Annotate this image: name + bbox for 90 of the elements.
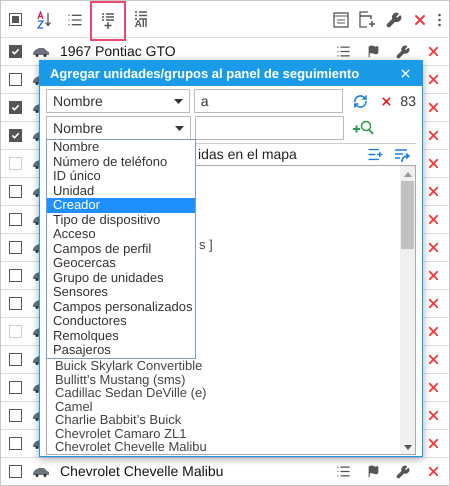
unit-list-item[interactable]: Bullitt’s Mustang (sms) [55, 372, 400, 386]
delete-icon[interactable] [426, 212, 441, 227]
list-icon [134, 10, 148, 20]
checkbox[interactable] [9, 465, 22, 478]
checkbox[interactable] [9, 353, 22, 366]
list-icon [67, 12, 83, 28]
list-arrow-icon[interactable] [394, 146, 412, 162]
dropdown-option[interactable]: Número de teléfono [47, 154, 195, 169]
result-count: 83 [400, 92, 416, 110]
checkbox[interactable] [9, 73, 22, 86]
caret-icon [175, 126, 184, 130]
sort-az-icon [37, 10, 53, 28]
delete-icon[interactable] [426, 464, 441, 479]
select-all-checkbox[interactable] [9, 13, 22, 26]
delete-icon[interactable] [426, 100, 441, 115]
delete-icon[interactable] [426, 380, 441, 395]
flag-icon[interactable] [367, 465, 380, 478]
dialog-title: Agregar unidades/grupos al panel de seguimiento [50, 64, 360, 83]
dropdown-option[interactable]: Remolques [47, 328, 195, 343]
delete-icon[interactable] [426, 408, 441, 423]
dropdown-option[interactable]: Acceso [47, 227, 195, 242]
unit-list-item[interactable]: Chevrolet Camaro ZL1 [55, 426, 400, 440]
filter-select[interactable]: Nombre [46, 89, 190, 113]
car-icon [32, 466, 50, 476]
delete-icon[interactable] [426, 156, 441, 171]
caret-icon [174, 98, 183, 104]
dropdown-option[interactable]: Geocercas [47, 256, 195, 270]
toolbar-button[interactable]: All [126, 1, 156, 38]
refresh-icon[interactable] [352, 94, 368, 108]
delete-icon[interactable] [426, 268, 441, 283]
dropdown-option[interactable]: Unidad [47, 184, 195, 198]
wrench-icon[interactable] [396, 44, 410, 58]
delete-icon[interactable] [426, 436, 441, 451]
checkbox[interactable] [9, 409, 22, 422]
more-icon[interactable] [438, 12, 441, 26]
dropdown-option[interactable]: Campos personalizados [47, 300, 195, 314]
delete-icon[interactable] [426, 184, 441, 199]
delete-icon[interactable] [426, 240, 441, 255]
window-icon[interactable] [333, 12, 349, 28]
scroll-down-icon[interactable] [404, 444, 412, 450]
dropdown-option[interactable]: Nombre [47, 140, 195, 154]
checkbox[interactable] [9, 381, 22, 394]
list-icon[interactable] [336, 464, 351, 479]
flag-icon[interactable] [367, 45, 380, 58]
search-field[interactable]: a [194, 89, 343, 113]
delete-icon[interactable] [426, 324, 441, 339]
unit-list-item[interactable]: Buick Skylark Convertible [55, 359, 400, 372]
dropdown-option[interactable]: Sensores [47, 285, 195, 300]
scrollbar-thumb[interactable] [401, 181, 414, 249]
checkbox[interactable] [9, 269, 22, 282]
dropdown-option[interactable]: Tipo de dispositivo [47, 212, 195, 227]
dropdown-option[interactable]: ID único [47, 169, 195, 184]
clear-icon[interactable] [380, 94, 392, 108]
delete-icon[interactable] [426, 72, 441, 87]
add-form-icon[interactable] [359, 11, 376, 28]
delete-icon[interactable] [426, 44, 441, 59]
checkbox[interactable] [9, 213, 22, 226]
add-search-icon[interactable] [352, 120, 374, 136]
dropdown-option[interactable]: Pasajeros [47, 343, 195, 358]
unit-list-item[interactable]: Charlie Babbit’s Buick [55, 413, 400, 426]
checkbox[interactable] [9, 185, 22, 198]
wrench-icon[interactable] [386, 12, 402, 28]
list-plus-icon [101, 12, 115, 30]
delete-icon[interactable] [426, 296, 441, 311]
unit-list-item[interactable]: Camel [55, 400, 400, 413]
checkbox[interactable] [9, 129, 22, 142]
list-icon[interactable] [336, 44, 351, 59]
delete-icon[interactable] [426, 352, 441, 367]
toolbar-button[interactable] [90, 1, 126, 41]
unit-list-item[interactable]: Chevrolet Chevelle Malibu [55, 440, 400, 454]
map-option-label: idas en el mapa [198, 145, 298, 164]
delete-icon[interactable] [426, 128, 441, 143]
checkbox[interactable] [9, 101, 22, 114]
list-plus-icon[interactable] [367, 146, 384, 163]
dropdown-option[interactable]: Conductores [47, 314, 195, 328]
unit-name[interactable]: Chevrolet Chevelle Malibu [60, 461, 224, 482]
checkbox[interactable] [9, 241, 22, 254]
unit-name[interactable]: 1967 Pontiac GTO [60, 41, 176, 62]
dropdown-option[interactable]: Grupo de unidades [47, 270, 195, 285]
close-icon[interactable] [399, 67, 412, 80]
unit-list-item[interactable]: Cadillac Sedan DeVille (e) [55, 386, 400, 400]
scrollbar[interactable] [400, 166, 415, 454]
checkbox[interactable] [9, 437, 22, 450]
checkbox[interactable] [9, 297, 22, 310]
dropdown-option[interactable]: Campos de perfil [47, 242, 195, 256]
car-icon [32, 46, 50, 56]
group-label[interactable]: s ] [199, 238, 213, 252]
search-field[interactable] [195, 116, 344, 140]
checkbox[interactable] [9, 45, 22, 58]
wrench-icon[interactable] [396, 464, 410, 478]
